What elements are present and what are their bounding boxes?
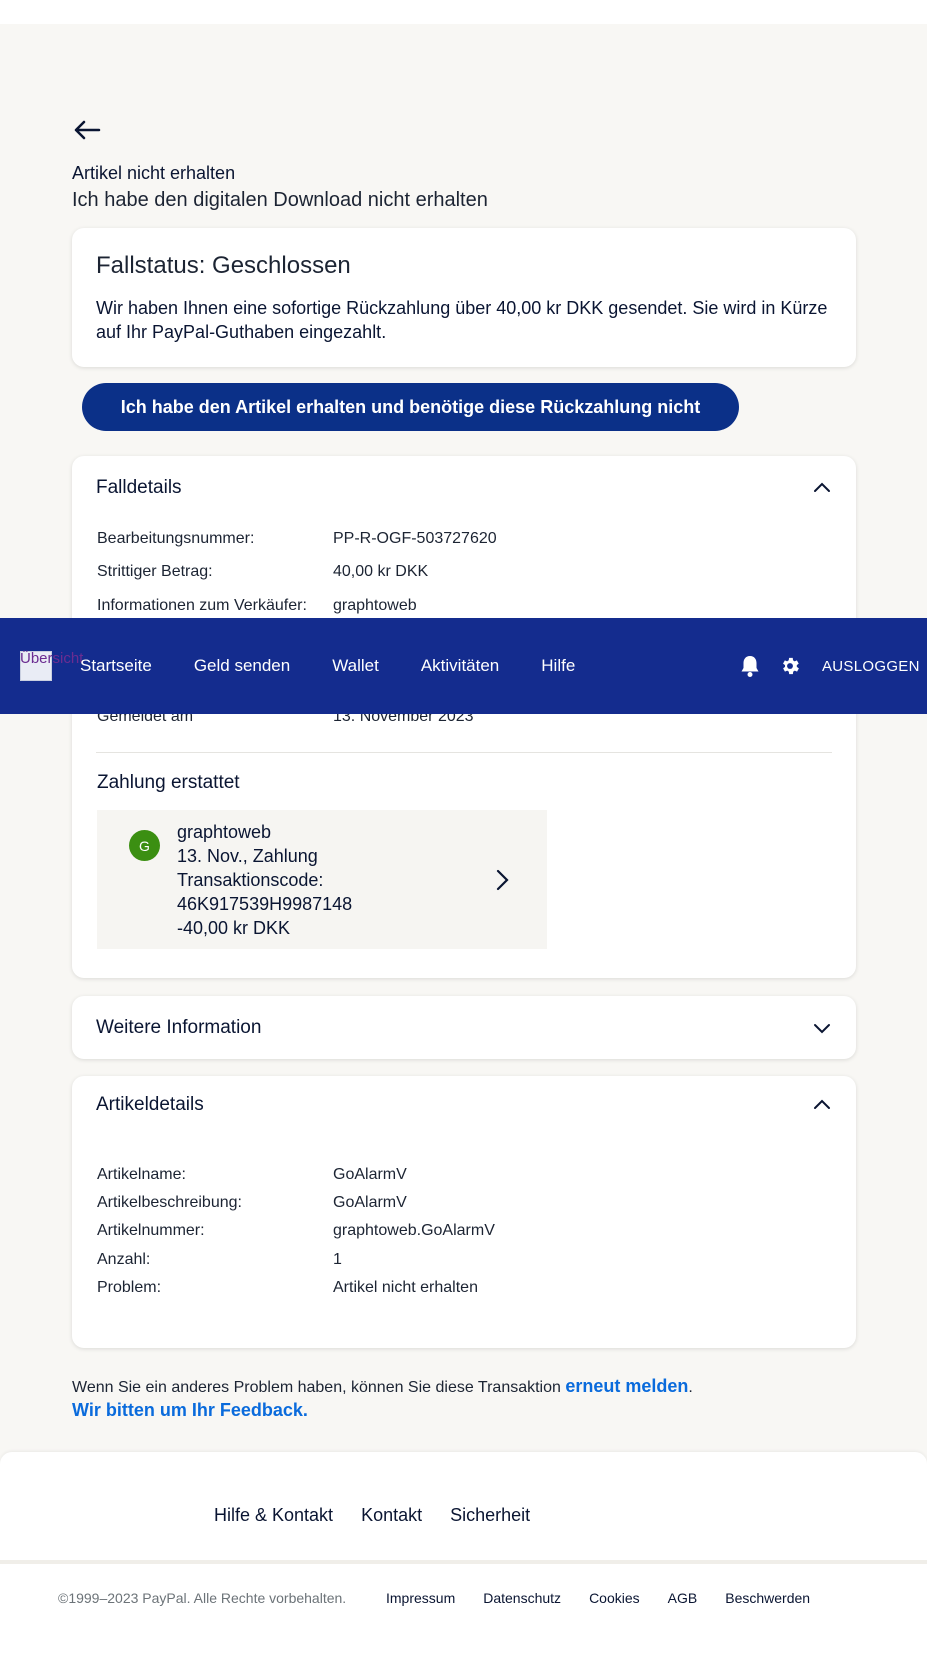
chevron-right-icon[interactable]: [492, 868, 512, 892]
transaction-amount: -40,00 kr DKK: [177, 918, 291, 938]
case-details-card: Falldetails Bearbeitungsnummer: PP-R-OGF…: [72, 456, 856, 978]
report-again-note: Wenn Sie ein anderes Problem haben, könn…: [72, 1376, 693, 1397]
feedback-link[interactable]: Wir bitten um Ihr Feedback.: [72, 1400, 308, 1421]
article-row: Artikelname: GoAlarmV: [97, 1166, 407, 1184]
more-info-card[interactable]: Weitere Information: [72, 996, 856, 1059]
legal-link-terms[interactable]: AGB: [668, 1590, 698, 1606]
transaction-item[interactable]: G graphtoweb 13. Nov., Zahlung Transakti…: [97, 810, 547, 949]
detail-row: Strittiger Betrag: 40,00 kr DKK: [97, 563, 428, 581]
gear-icon[interactable]: [779, 654, 801, 678]
article-row: Anzahl: 1: [97, 1251, 342, 1269]
transaction-info: graphtoweb 13. Nov., Zahlung Transaktion…: [177, 820, 352, 940]
nav-menu: Startseite Geld senden Wallet Aktivitäte…: [80, 618, 575, 714]
legal-link-impressum[interactable]: Impressum: [386, 1590, 455, 1606]
legal-link-cookies[interactable]: Cookies: [589, 1590, 640, 1606]
report-again-link[interactable]: erneut melden: [565, 1376, 688, 1396]
case-subtitle: Ich habe den digitalen Download nicht er…: [72, 189, 488, 211]
copyright: ©1999–2023 PayPal. Alle Rechte vorbehalt…: [58, 1590, 347, 1606]
article-details-card: Artikeldetails Artikelname: GoAlarmV Art…: [72, 1076, 856, 1348]
detail-label: Bearbeitungsnummer:: [97, 530, 255, 547]
status-title: Fallstatus: Geschlossen: [96, 252, 351, 279]
article-label: Artikelname:: [97, 1166, 186, 1183]
article-details-title[interactable]: Artikeldetails: [96, 1076, 204, 1134]
detail-value: PP-R-OGF-503727620: [333, 530, 497, 547]
article-row: Artikelbeschreibung: GoAlarmV: [97, 1194, 407, 1212]
case-details-title[interactable]: Falldetails: [96, 456, 182, 520]
legal-footer: [0, 1564, 927, 1670]
article-label: Anzahl:: [97, 1251, 151, 1268]
top-bar: [0, 0, 927, 24]
bell-icon[interactable]: [739, 654, 761, 678]
nav-item-home[interactable]: Startseite: [80, 656, 152, 676]
nav-item-wallet[interactable]: Wallet: [332, 656, 379, 676]
note-suffix: .: [688, 1379, 693, 1396]
article-value: 1: [333, 1251, 342, 1268]
detail-label: Strittiger Betrag:: [97, 563, 213, 580]
legal-link-complaints[interactable]: Beschwerden: [725, 1590, 810, 1606]
chevron-up-icon[interactable]: [812, 478, 832, 498]
chevron-down-icon[interactable]: [812, 1018, 832, 1038]
more-info-title[interactable]: Weitere Information: [96, 996, 261, 1059]
status-card: Fallstatus: Geschlossen Wir haben Ihnen …: [72, 228, 856, 367]
transaction-code: 46K917539H9987148: [177, 894, 353, 914]
footer-link-help[interactable]: Hilfe & Kontakt: [214, 1505, 333, 1526]
note-prefix: Wenn Sie ein anderes Problem haben, könn…: [72, 1379, 566, 1396]
article-row: Artikelnummer: graphtoweb.GoAlarmV: [97, 1222, 495, 1240]
detail-label: Informationen zum Verkäufer:: [97, 597, 307, 614]
legal-links: Impressum Datenschutz Cookies AGB Beschw…: [386, 1590, 810, 1606]
back-arrow-icon[interactable]: [72, 115, 102, 145]
logout-button[interactable]: AUSLOGGEN: [822, 618, 920, 714]
nav-item-send-money[interactable]: Geld senden: [194, 656, 290, 676]
transaction-code-label: Transaktionscode:: [177, 870, 324, 890]
detail-row: Bearbeitungsnummer: PP-R-OGF-503727620: [97, 530, 497, 548]
article-value: GoAlarmV: [333, 1194, 407, 1211]
article-row: Problem: Artikel nicht erhalten: [97, 1279, 478, 1297]
footer-links: Hilfe & Kontakt Kontakt Sicherheit: [214, 1505, 530, 1526]
article-value: graphtoweb.GoAlarmV: [333, 1222, 495, 1239]
article-label: Problem:: [97, 1279, 162, 1296]
article-label: Artikelnummer:: [97, 1222, 205, 1239]
nav-item-activities[interactable]: Aktivitäten: [421, 656, 499, 676]
article-value: GoAlarmV: [333, 1166, 407, 1183]
merchant-name: graphtoweb: [177, 822, 272, 842]
top-navigation: Übersicht Startseite Geld senden Wallet …: [0, 618, 927, 714]
article-value: Artikel nicht erhalten: [333, 1279, 478, 1296]
logo-alt-text: Übersicht: [20, 650, 84, 667]
article-label: Artikelbeschreibung:: [97, 1194, 242, 1211]
detail-row: Informationen zum Verkäufer: graphtoweb: [97, 597, 417, 615]
status-text: Wir haben Ihnen eine sofortige Rückzahlu…: [96, 298, 828, 342]
chevron-up-icon[interactable]: [812, 1095, 832, 1115]
footer-link-security[interactable]: Sicherheit: [450, 1505, 530, 1526]
no-refund-needed-button[interactable]: Ich habe den Artikel erhalten und benöti…: [82, 383, 739, 431]
legal-link-privacy[interactable]: Datenschutz: [483, 1590, 561, 1606]
divider: [96, 752, 832, 753]
detail-value: graphtoweb: [333, 597, 417, 614]
nav-item-help[interactable]: Hilfe: [541, 656, 575, 676]
transaction-date: 13. Nov., Zahlung: [177, 846, 318, 866]
detail-value: 40,00 kr DKK: [333, 563, 429, 580]
payment-heading: Zahlung erstattet: [97, 772, 240, 793]
case-category: Artikel nicht erhalten: [72, 163, 236, 183]
footer-link-contact[interactable]: Kontakt: [361, 1505, 422, 1526]
merchant-avatar: G: [129, 830, 160, 861]
